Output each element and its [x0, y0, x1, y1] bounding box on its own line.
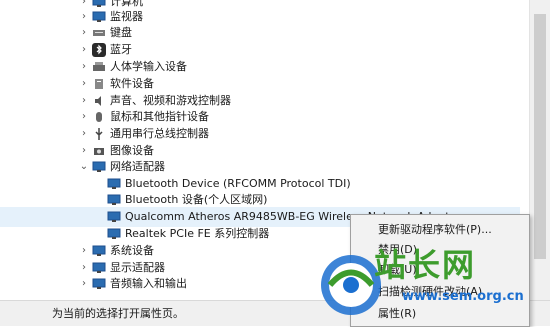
camera-icon [92, 144, 106, 158]
keyboard-icon [92, 26, 106, 40]
bluetooth-icon [92, 43, 106, 57]
context-menu-item[interactable]: 属性(R) [378, 305, 416, 323]
system-device-icon [92, 244, 106, 258]
context-menu-item[interactable]: 扫描检测硬件改动(A) [378, 283, 482, 301]
tree-item-label: 音频输入和输出 [110, 277, 187, 290]
chevron-right-icon[interactable]: › [78, 274, 90, 294]
network-adapter-icon [92, 160, 106, 174]
network-adapter-icon [107, 177, 121, 191]
display-adapter-icon [92, 261, 106, 275]
context-menu-item[interactable]: 更新驱动程序软件(P)... [378, 221, 492, 239]
scrollbar-thumb[interactable] [534, 14, 546, 259]
network-adapter-icon [107, 193, 121, 207]
audio-io-icon [92, 277, 106, 291]
mouse-icon [92, 110, 106, 124]
speaker-icon [92, 94, 106, 108]
context-menu-item[interactable]: 卸载(U) [378, 261, 417, 279]
network-adapter-icon [107, 227, 121, 241]
status-text: 为当前的选择打开属性页。 [52, 307, 184, 320]
hid-icon [92, 60, 106, 74]
software-device-icon [92, 77, 106, 91]
context-menu-item[interactable]: 禁用(D) [378, 241, 417, 259]
network-adapter-icon [107, 210, 121, 224]
monitor-icon [92, 10, 106, 24]
context-menu: 更新驱动程序软件(P)... 禁用(D) 卸载(U) 扫描检测硬件改动(A) 属性(R) [350, 214, 530, 327]
usb-icon [92, 127, 106, 141]
vertical-scrollbar[interactable] [529, 0, 550, 300]
